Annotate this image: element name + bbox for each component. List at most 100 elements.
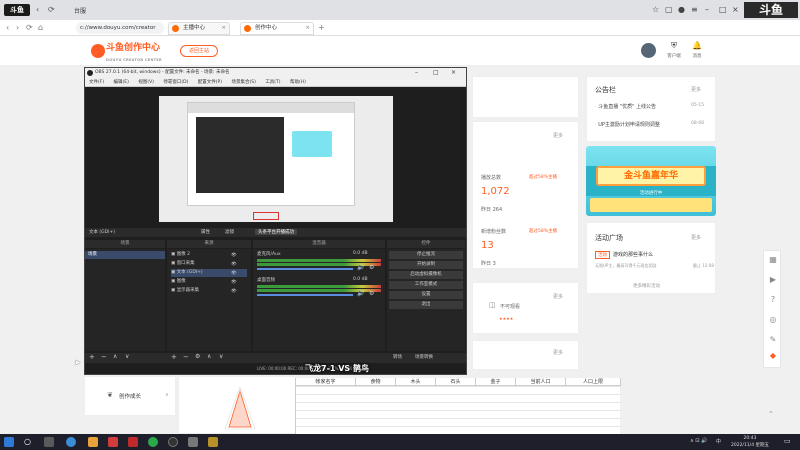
volume-slider[interactable]	[257, 294, 353, 296]
feedback-icon[interactable]: ✎	[768, 335, 778, 345]
message-label[interactable]: 消息	[685, 53, 709, 59]
new-tab-icon[interactable]: +	[318, 23, 325, 32]
app-taskbar-icon[interactable]	[188, 437, 198, 447]
brand-logo[interactable]: 斗鱼创作中心 DOUYU CREATOR CENTER	[90, 42, 168, 62]
sheet-header[interactable]: 石头	[436, 378, 476, 386]
list-item[interactable]: 场景	[85, 251, 165, 259]
home-icon[interactable]: ⌂	[38, 23, 43, 32]
notice-more-link[interactable]: 更多	[691, 86, 701, 93]
gear-icon[interactable]: ⚙	[369, 264, 374, 271]
maximize-icon[interactable]: □	[719, 5, 727, 14]
exit-button[interactable]: 退出	[389, 301, 463, 309]
notification-icon[interactable]: ▭	[784, 437, 791, 445]
browser-taskbar-icon[interactable]	[66, 437, 76, 447]
tab-close-icon[interactable]: ×	[305, 23, 310, 34]
start-virtual-camera-button[interactable]: 启动虚拟摄像机	[389, 271, 463, 279]
obs-menu-profile[interactable]: 配置文件(P)	[198, 80, 222, 85]
obs-menu-file[interactable]: 文件(F)	[89, 80, 104, 85]
bell-icon[interactable]: 🔔	[687, 41, 707, 50]
notice-item[interactable]: · UP主激励计划申请规则调整	[595, 121, 660, 128]
activity-item[interactable]: 游戏的那些事什么	[613, 251, 653, 258]
nav-reload-icon[interactable]: ⟳	[26, 23, 33, 32]
client-label[interactable]: 客户端	[662, 53, 686, 59]
tab-close-icon[interactable]: ×	[221, 23, 226, 34]
obs-menu-tools[interactable]: 工具(T)	[265, 80, 280, 85]
taskbar-clock[interactable]: 20:43 2022/11/4 星期五	[730, 435, 770, 449]
input-language[interactable]: 中	[716, 438, 721, 445]
activity-more-link[interactable]: 更多	[691, 234, 701, 241]
tab-streamer-center[interactable]: 主播中心 ×	[168, 22, 230, 35]
sheet-header[interactable]: 人口上限	[566, 378, 621, 386]
move-up-icon[interactable]: ∧	[113, 353, 117, 360]
browser-tab-text[interactable]: 台服	[74, 6, 86, 15]
nav-item-creator-growth[interactable]: 创作成长	[119, 392, 141, 400]
studio-mode-button[interactable]: 工作室模式	[389, 281, 463, 289]
app-taskbar-icon[interactable]	[108, 437, 118, 447]
source-down-icon[interactable]: ∨	[219, 353, 223, 360]
event-banner[interactable]: 金斗鱼嘉年华 活动进行中	[586, 146, 716, 216]
sheet-grid[interactable]	[296, 386, 621, 434]
obs-maximize-icon[interactable]: □	[433, 68, 439, 78]
sheet-header[interactable]: 金子	[476, 378, 516, 386]
obs-menu-dock[interactable]: 停靠窗口(D)	[163, 80, 188, 85]
headset-icon[interactable]: ◎	[768, 315, 778, 325]
client-shield-icon[interactable]: ⛨	[664, 41, 684, 51]
stats-more-link[interactable]: 更多	[553, 132, 563, 139]
url-input[interactable]: c://www.douyu.com/creator	[76, 22, 164, 34]
scroll-top-icon[interactable]: ⌃	[768, 410, 774, 418]
obs-menu-help[interactable]: 帮助(H)	[290, 80, 306, 85]
review-more-link[interactable]: 更多	[553, 293, 563, 300]
qr-code-icon[interactable]: ▦	[768, 255, 778, 265]
settings-button[interactable]: 设置	[389, 291, 463, 299]
back-icon[interactable]: ‹	[36, 5, 39, 14]
add-source-icon[interactable]: +	[171, 353, 177, 361]
scene-transition-tab[interactable]: 场景转换	[415, 354, 433, 360]
obs-close-icon[interactable]: ×	[451, 68, 456, 78]
visibility-eye-icon[interactable]: 👁 👁 👁 👁 👁	[231, 251, 237, 296]
source-settings-icon[interactable]: ⚙	[195, 353, 200, 360]
start-recording-button[interactable]: 开始录制	[389, 261, 463, 269]
profile-icon[interactable]: ●	[678, 5, 685, 14]
menu-icon[interactable]: ≡	[691, 5, 698, 14]
notice-item[interactable]: · 斗鱼直播 "优质" 上线公告	[595, 103, 656, 110]
sheet-header[interactable]: 帐家名字	[296, 378, 356, 386]
extension-icon[interactable]: ▢	[665, 5, 673, 14]
more-activities-link[interactable]: 更多精彩活动	[633, 283, 660, 289]
transition-tab[interactable]: 转场	[393, 354, 402, 360]
list-item[interactable]: ▣ 图像 2	[171, 251, 190, 259]
obs-preview[interactable]	[159, 96, 393, 222]
list-item[interactable]: ▣ 显示器采集	[171, 287, 199, 295]
nav-forward-icon[interactable]: ›	[16, 23, 19, 32]
app-taskbar-icon[interactable]	[128, 437, 138, 447]
remove-source-icon[interactable]: −	[183, 353, 189, 361]
sheet-header[interactable]: 食物	[356, 378, 396, 386]
search-icon[interactable]: ○	[24, 437, 34, 447]
app-taskbar-icon[interactable]	[148, 437, 158, 447]
nav-back-icon[interactable]: ‹	[6, 23, 9, 32]
refresh-icon[interactable]: ⟳	[48, 5, 55, 14]
return-main-site-button[interactable]: 返回主站	[180, 45, 218, 57]
add-scene-icon[interactable]: +	[89, 353, 95, 361]
obs-menu-edit[interactable]: 编辑(E)	[114, 80, 129, 85]
obs-filters-button[interactable]: 滤镜	[225, 229, 234, 235]
bookmark-icon[interactable]: ☆	[652, 5, 659, 14]
help-icon[interactable]: ?	[768, 295, 778, 305]
obs-minimize-icon[interactable]: –	[415, 68, 418, 78]
minimize-icon[interactable]: –	[705, 5, 709, 14]
avatar[interactable]	[641, 43, 656, 58]
obs-menu-scene-collection[interactable]: 场景集合(S)	[231, 80, 255, 85]
remove-scene-icon[interactable]: −	[101, 353, 107, 361]
volume-slider[interactable]	[257, 268, 353, 270]
chevron-down-icon[interactable]: ∨	[165, 392, 169, 398]
close-icon[interactable]: ×	[732, 5, 739, 14]
move-down-icon[interactable]: ∨	[125, 353, 129, 360]
gear-icon[interactable]: ⚙	[369, 290, 374, 297]
source-up-icon[interactable]: ∧	[207, 353, 211, 360]
speaker-icon[interactable]: 🔊	[357, 264, 364, 271]
stop-streaming-button[interactable]: 停止推流	[389, 251, 463, 259]
windows-start-icon[interactable]	[4, 437, 14, 447]
tab-creator-center[interactable]: 创作中心 ×	[240, 22, 314, 35]
sheet-header[interactable]: 木头	[396, 378, 436, 386]
tray-icons[interactable]: ∧ ⊡ 🔊	[690, 438, 707, 444]
obs-taskbar-icon[interactable]	[168, 437, 178, 447]
